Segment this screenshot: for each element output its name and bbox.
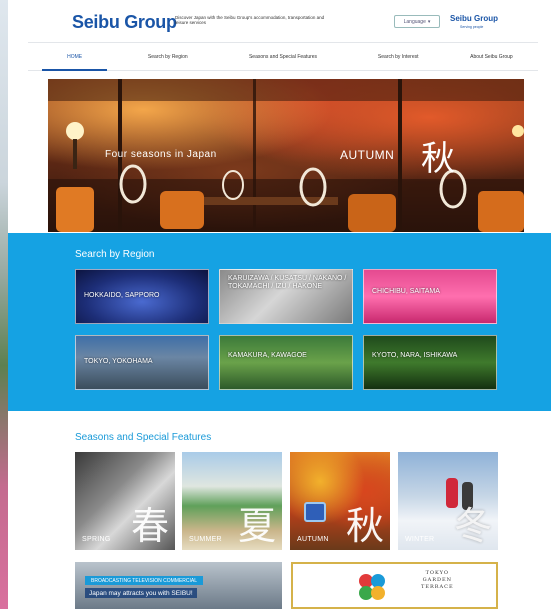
region-tile-karuizawa[interactable]: KARUIZAWA / KUSATSU / NAKANO / TOKAMACHI…: [219, 269, 353, 324]
search-by-region-section: Search by Region HOKKAIDO, SAPPORO KARUI…: [8, 233, 551, 411]
season-card-autumn[interactable]: AUTUMN 秋: [290, 452, 390, 550]
header-tagline: Discover Japan with the Seibu Group's ac…: [175, 15, 325, 25]
region-tile-label: HOKKAIDO, SAPPORO: [84, 292, 160, 299]
tokyo-garden-terrace-banner[interactable]: TOKYO GARDEN TERRACE: [291, 562, 498, 609]
nav-item-search-by-region[interactable]: Search by Region: [121, 43, 214, 70]
region-tile-label: TOKYO, YOKOHAMA: [84, 358, 153, 365]
nav-item-about-seibu-group[interactable]: About Seibu Group: [445, 43, 538, 70]
language-selector[interactable]: Language ▾: [394, 15, 440, 28]
season-kanji: 冬: [453, 504, 492, 548]
seibu-group-secondary-logo[interactable]: Seibu Group: [450, 14, 498, 23]
region-tile-label: CHICHIBU, SAITAMA: [372, 288, 440, 295]
secondary-logo-subtitle: Serving people: [460, 25, 484, 29]
region-tile-chichibu-saitama[interactable]: CHICHIBU, SAITAMA: [363, 269, 497, 324]
tgt-line-3: TERRACE: [421, 584, 454, 590]
seasons-section-title: Seasons and Special Features: [75, 432, 212, 443]
region-tile-label: KARUIZAWA / KUSATSU / NAKANO / TOKAMACHI…: [228, 275, 347, 290]
region-tile-label: KAMAKURA, KAWAGOE: [228, 352, 307, 359]
site-header: Seibu Group Discover Japan with the Seib…: [8, 0, 551, 42]
tokyo-garden-terrace-title: TOKYO GARDEN TERRACE: [421, 570, 454, 591]
season-label: AUTUMN: [297, 536, 329, 543]
tokyo-garden-terrace-logo-icon: [359, 574, 385, 600]
nav-item-search-by-interest[interactable]: Search by Interest: [352, 43, 445, 70]
region-tile-hokkaido-sapporo[interactable]: HOKKAIDO, SAPPORO: [75, 269, 209, 324]
nav-item-seasons-special-features[interactable]: Seasons and Special Features: [214, 43, 351, 70]
hero-headline: Four seasons in Japan: [105, 149, 217, 160]
season-card-summer[interactable]: SUMMER 夏: [182, 452, 282, 550]
tgt-line-1: TOKYO: [425, 570, 450, 576]
page: Seibu Group Discover Japan with the Seib…: [8, 0, 551, 609]
seibu-group-logo[interactable]: Seibu Group: [72, 12, 177, 33]
nav-item-home[interactable]: HOME: [28, 43, 121, 71]
tv-commercial-tag: BROADCASTING TELEVISION COMMERCIAL: [85, 576, 204, 585]
region-section-title: Search by Region: [75, 249, 155, 260]
region-tile-kamakura-kawagoe[interactable]: KAMAKURA, KAWAGOE: [219, 335, 353, 390]
main-navigation: HOME Search by Region Seasons and Specia…: [28, 42, 538, 71]
tgt-line-2: GARDEN: [422, 577, 452, 583]
season-kanji: 秋: [345, 504, 384, 548]
tv-commercial-banner[interactable]: BROADCASTING TELEVISION COMMERCIAL Japan…: [75, 562, 282, 609]
season-label: WINTER: [405, 536, 435, 543]
language-label: Language: [403, 18, 426, 25]
region-tile-kyoto-nara-ishikawa[interactable]: KYOTO, NARA, ISHIKAWA: [363, 335, 497, 390]
hero-banner[interactable]: Four seasons in Japan AUTUMN 秋: [48, 79, 524, 232]
region-tile-label: KYOTO, NARA, ISHIKAWA: [372, 352, 458, 359]
season-label: SPRING: [82, 536, 111, 543]
season-card-spring[interactable]: SPRING 春: [75, 452, 175, 550]
season-kanji: 夏: [237, 504, 276, 548]
hero-season-label: AUTUMN: [340, 148, 395, 162]
season-card-winter[interactable]: WINTER 冬: [398, 452, 498, 550]
chevron-down-icon: ▾: [427, 18, 431, 25]
season-label: SUMMER: [189, 536, 222, 543]
left-page-edge: [0, 0, 8, 609]
tv-commercial-caption: Japan may attracts you with SEIBU!: [85, 588, 197, 598]
region-tile-tokyo-yokohama[interactable]: TOKYO, YOKOHAMA: [75, 335, 209, 390]
season-kanji: 春: [130, 504, 169, 548]
ropeway-gondola-image: [304, 502, 326, 522]
hero-season-kanji: 秋: [421, 139, 455, 179]
